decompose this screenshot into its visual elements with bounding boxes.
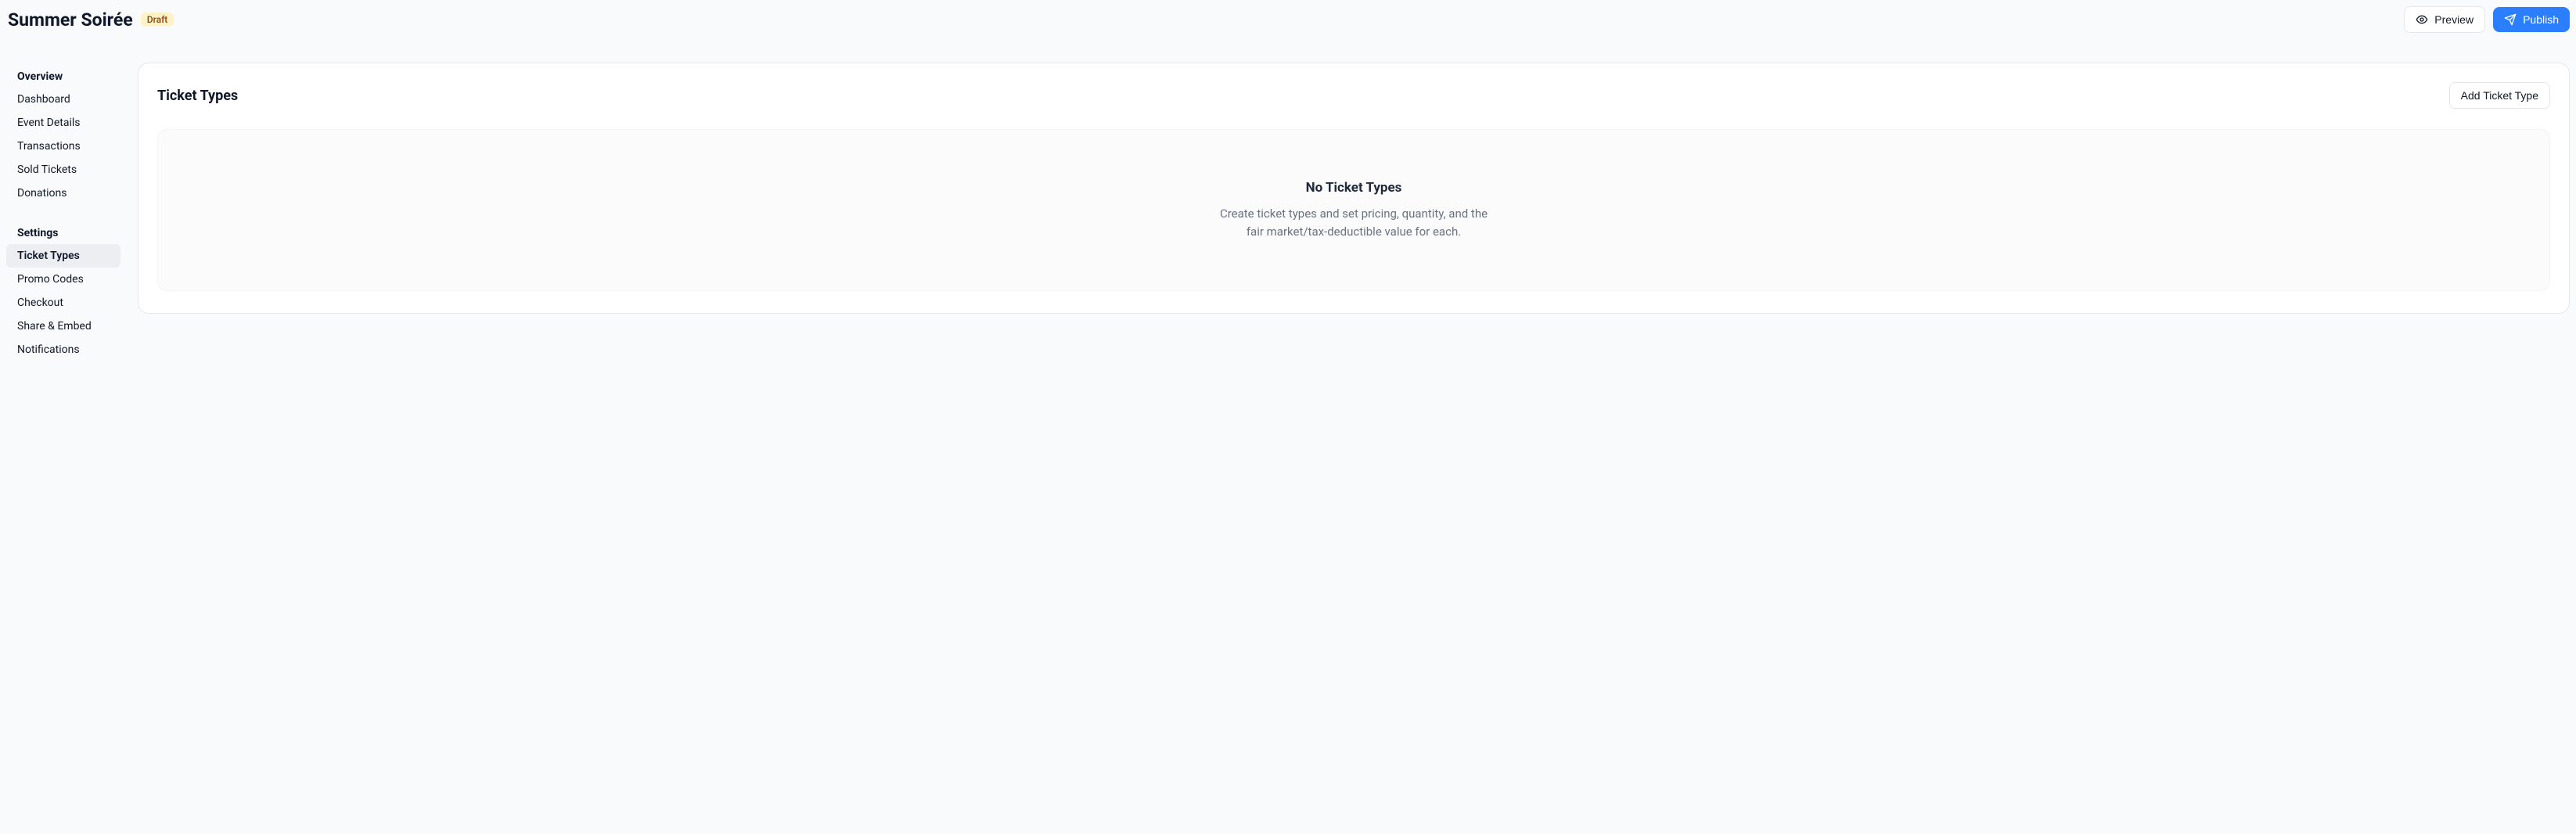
page-header: Summer Soirée Draft Preview Publish — [0, 0, 2576, 39]
empty-state: No Ticket Types Create ticket types and … — [157, 129, 2550, 291]
sidebar-item-sold-tickets[interactable]: Sold Tickets — [6, 158, 121, 182]
add-ticket-type-label: Add Ticket Type — [2461, 89, 2538, 102]
header-left: Summer Soirée Draft — [8, 9, 174, 31]
nav-section-overview: Overview Dashboard Event Details Transac… — [6, 70, 121, 205]
nav-section-title-overview: Overview — [6, 70, 121, 88]
publish-button[interactable]: Publish — [2493, 7, 2570, 32]
add-ticket-type-button[interactable]: Add Ticket Type — [2449, 82, 2550, 109]
sidebar-item-ticket-types[interactable]: Ticket Types — [6, 244, 121, 268]
send-icon — [2504, 13, 2517, 26]
ticket-types-card: Ticket Types Add Ticket Type No Ticket T… — [138, 63, 2570, 314]
card-title: Ticket Types — [157, 88, 238, 104]
sidebar-item-promo-codes[interactable]: Promo Codes — [6, 268, 121, 291]
card-header: Ticket Types Add Ticket Type — [157, 82, 2550, 109]
sidebar-item-share-embed[interactable]: Share & Embed — [6, 315, 121, 338]
nav-section-settings: Settings Ticket Types Promo Codes Checko… — [6, 227, 121, 361]
eye-icon — [2416, 13, 2428, 26]
sidebar-item-dashboard[interactable]: Dashboard — [6, 88, 121, 111]
main-content: Ticket Types Add Ticket Type No Ticket T… — [125, 39, 2576, 314]
empty-state-title: No Ticket Types — [177, 180, 2531, 196]
publish-label: Publish — [2523, 13, 2559, 26]
sidebar-item-transactions[interactable]: Transactions — [6, 135, 121, 158]
sidebar-item-checkout[interactable]: Checkout — [6, 291, 121, 315]
preview-label: Preview — [2434, 13, 2473, 26]
layout: Overview Dashboard Event Details Transac… — [0, 39, 2576, 399]
status-badge: Draft — [141, 13, 174, 27]
page-title: Summer Soirée — [8, 9, 133, 31]
header-actions: Preview Publish — [2404, 6, 2570, 33]
empty-state-description: Create ticket types and set pricing, qua… — [1213, 205, 1495, 240]
sidebar-item-notifications[interactable]: Notifications — [6, 338, 121, 361]
sidebar-item-event-details[interactable]: Event Details — [6, 111, 121, 135]
nav-section-title-settings: Settings — [6, 227, 121, 244]
sidebar: Overview Dashboard Event Details Transac… — [0, 39, 125, 383]
sidebar-item-donations[interactable]: Donations — [6, 182, 121, 205]
preview-button[interactable]: Preview — [2404, 6, 2485, 33]
